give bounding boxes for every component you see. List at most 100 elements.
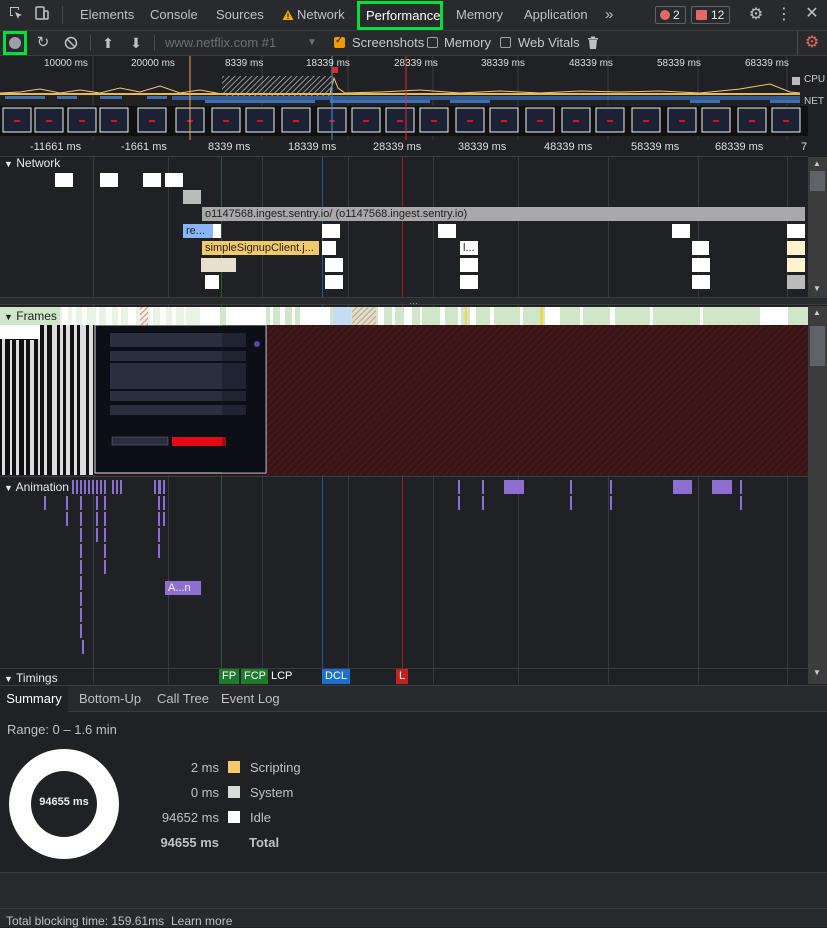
network-request[interactable] [460,258,478,272]
idle-swatch [228,811,240,823]
recording-select-value: www.netflix.com #1 [165,35,277,50]
garbage-collect-icon[interactable] [587,36,599,50]
overview-tick: 28339 ms [394,58,438,69]
tab-memory[interactable]: Memory [456,0,503,30]
network-request[interactable] [201,258,236,272]
overview-tick: 20000 ms [131,58,175,69]
network-request[interactable] [692,258,710,272]
tab-performance[interactable]: Performance [366,1,440,31]
tab-summary[interactable]: Summary [0,686,68,712]
timing-marker-fp[interactable]: FP [219,669,240,684]
overview-tick: 8339 ms [225,58,264,69]
scripting-value: 2 ms [190,760,219,775]
tab-console[interactable]: Console [150,0,198,30]
overview-tick: 10000 ms [44,58,88,69]
device-toolbar-icon[interactable] [32,5,52,26]
network-request[interactable] [787,258,805,272]
network-request[interactable] [322,241,336,255]
screenshots-checkbox[interactable] [334,35,345,48]
chevron-down-icon: ▼ [4,674,13,684]
total-value: 94655 ms [160,835,219,850]
timing-marker-l[interactable]: L [396,669,409,684]
memory-checkbox[interactable] [427,37,438,48]
tab-event-log[interactable]: Event Log [221,686,280,712]
save-profile-icon[interactable]: ⬇ [126,33,146,53]
animation-track[interactable]: A...n [0,478,808,668]
network-request[interactable] [165,173,183,187]
timings-track-header[interactable]: ▼ Timings [4,671,58,685]
inspect-element-icon[interactable] [6,5,26,26]
issues-badge[interactable]: 12 [691,6,730,24]
frames-track[interactable] [0,307,808,325]
scroll-down-icon[interactable]: ▼ [813,668,821,677]
errors-badge[interactable]: 2 [655,6,686,24]
timing-marker-lcp[interactable]: LCP [268,669,296,684]
scroll-down-icon[interactable]: ▼ [813,284,821,293]
resize-handle[interactable]: … [0,296,827,306]
scroll-up-icon[interactable]: ▲ [813,308,821,317]
overview-tick: 48339 ms [569,58,613,69]
scrollbar-thumb[interactable] [810,171,825,191]
network-request[interactable] [55,173,73,187]
frames-track-header[interactable]: ▼ Frames [4,309,60,323]
scroll-up-icon[interactable]: ▲ [813,159,821,168]
clear-icon[interactable] [64,36,78,50]
timing-marker-dcl[interactable]: DCL [322,669,351,684]
network-request[interactable] [460,275,478,289]
timeline-overview[interactable]: 10000 ms 20000 ms 8339 ms 18339 ms 28339… [0,56,827,140]
scrollbar-thumb[interactable] [810,326,825,366]
close-icon[interactable]: ✕ [802,4,822,24]
main-scrollbar[interactable]: ▲ ▼ [808,306,827,684]
network-request[interactable] [100,173,118,187]
network-request-signup[interactable]: simpleSignupClient.j... [202,241,319,255]
network-scrollbar[interactable]: ▲ ▼ [808,157,827,297]
network-request[interactable] [692,275,710,289]
more-options-icon[interactable]: ⋮ [774,5,794,25]
ruler-tick: 28339 ms [373,141,422,153]
load-profile-icon[interactable]: ⬆ [98,33,118,53]
tab-call-tree[interactable]: Call Tree [157,686,209,712]
network-request[interactable] [787,275,805,289]
network-request[interactable] [325,258,343,272]
learn-more-link[interactable]: Learn more [171,914,232,928]
network-request[interactable] [787,224,805,238]
overview-tick: 18339 ms [306,58,350,69]
divider [62,6,63,24]
network-request[interactable] [322,224,340,238]
network-request[interactable] [143,173,161,187]
capture-settings-gear-icon[interactable]: ⚙ [802,33,822,53]
network-request[interactable] [325,275,343,289]
network-request-re[interactable]: re... [183,224,213,238]
more-tabs-button[interactable]: » [605,0,613,30]
network-request[interactable] [205,275,219,289]
network-track-header[interactable]: ▼ Network [4,156,60,170]
tab-bottom-up[interactable]: Bottom-Up [79,686,141,712]
network-request[interactable] [672,224,690,238]
timing-marker-fcp[interactable]: FCP [241,669,269,684]
network-request-sentry[interactable]: o1147568.ingest.sentry.io/ (o1147568.ing… [202,207,805,221]
tab-application[interactable]: Application [524,0,588,30]
network-request-dots[interactable]: l... [460,241,478,255]
tab-elements[interactable]: Elements [80,0,134,30]
network-request[interactable] [787,241,805,255]
system-label: System [250,785,294,800]
reload-record-icon[interactable]: ↻ [33,33,53,53]
recording-select[interactable]: www.netflix.com #1 ▼ [165,31,325,55]
network-request[interactable] [692,241,709,255]
time-ruler: -11661 ms -1661 ms 8339 ms 18339 ms 2833… [0,140,808,157]
tab-sources[interactable]: Sources [216,0,264,30]
devtools-tabbar: Elements Console Sources Network Perform… [0,0,827,31]
issues-icon [696,10,707,20]
record-button[interactable] [9,37,21,49]
network-request[interactable] [438,224,456,238]
network-track[interactable]: o1147568.ingest.sentry.io/ (o1147568.ing… [0,172,808,298]
network-track-title: Network [16,156,61,170]
net-label: NET [804,96,824,107]
settings-gear-icon[interactable]: ⚙ [746,5,766,25]
tab-network[interactable]: Network [297,0,345,30]
total-blocking-time: Total blocking time: 159.61ms [6,914,165,928]
network-request[interactable] [183,190,201,204]
web-vitals-checkbox[interactable] [500,37,511,48]
animation-event[interactable]: A...n [165,581,201,595]
ruler-tick: 38339 ms [458,141,507,153]
